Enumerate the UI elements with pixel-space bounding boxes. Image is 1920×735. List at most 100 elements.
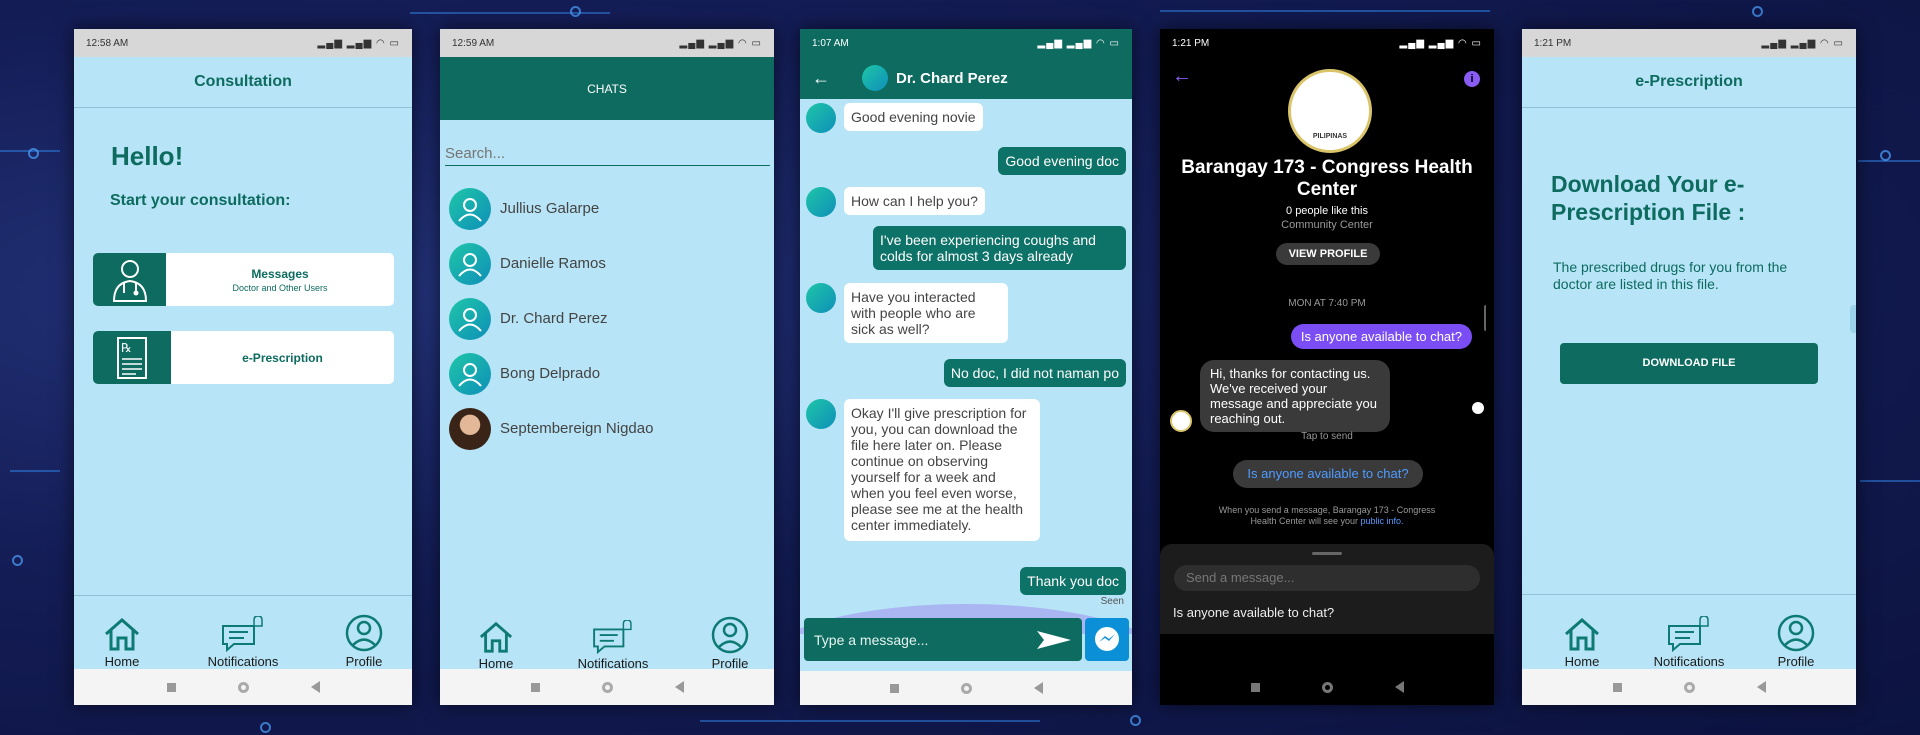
nav-home[interactable]: Home [476, 620, 516, 671]
nav-notifications[interactable]: Notifications [1653, 616, 1725, 669]
recents-icon[interactable] [166, 682, 176, 692]
back-icon[interactable] [1394, 681, 1404, 693]
avatar [449, 352, 491, 395]
messenger-input[interactable]: Send a message... [1174, 565, 1480, 591]
recents-icon[interactable] [1250, 682, 1260, 692]
message-row-in: How can I help you? [806, 187, 985, 217]
nav-profile[interactable]: Profile [1776, 614, 1816, 669]
recents-icon[interactable] [889, 683, 899, 693]
status-icons: ▂▄▆ ▂▄▆ ◠ ▭ [1399, 37, 1482, 49]
page-avatar [1170, 410, 1192, 432]
nav-notifications[interactable]: Notifications [207, 616, 279, 669]
reply-message: Hi, thanks for contacting us. We've rece… [1200, 360, 1390, 432]
nav-profile[interactable]: Profile [710, 616, 750, 671]
recents-icon[interactable] [530, 682, 540, 692]
status-icons: ▂▄▆ ▂▄▆ ◠ ▭ [1037, 37, 1120, 49]
home-button-icon[interactable] [601, 681, 613, 693]
home-button-icon[interactable] [960, 682, 972, 694]
status-bar: 1:21 PM ▂▄▆ ▂▄▆ ◠ ▭ [1160, 29, 1494, 57]
messenger-button[interactable] [1085, 618, 1129, 661]
tap-to-send-label: Tap to send [1301, 431, 1353, 442]
info-icon[interactable]: i [1464, 71, 1480, 87]
nav-notifications-label: Notifications [1653, 654, 1725, 669]
phone-messenger: 1:21 PM ▂▄▆ ▂▄▆ ◠ ▭ ← i PILIPINAS Barang… [1160, 29, 1494, 705]
nav-profile-label: Profile [1777, 654, 1815, 669]
contact-name: Dr. Chard Perez [500, 310, 608, 327]
composer: Type a message... [804, 618, 1129, 661]
seal-text: PILIPINAS [1312, 133, 1348, 140]
nav-home-label: Home [104, 654, 140, 669]
back-icon[interactable] [674, 681, 684, 693]
sent-message: Is anyone available to chat? [1290, 324, 1472, 349]
message-bubble: Have you interacted with people who are … [844, 283, 1008, 343]
nav-home-label: Home [1564, 654, 1600, 669]
view-profile-button[interactable]: VIEW PROFILE [1276, 243, 1380, 265]
message-input[interactable]: Type a message... [804, 618, 1082, 661]
send-icon[interactable] [1036, 629, 1072, 651]
message-bubble: I've been experiencing coughs and colds … [873, 226, 1126, 270]
notification-icon [222, 616, 263, 652]
scroll-handle[interactable] [1484, 305, 1490, 331]
reply-row: Hi, thanks for contacting us. We've rece… [1170, 360, 1390, 432]
back-icon[interactable] [1033, 682, 1043, 694]
contact-item[interactable]: Dr. Chard Perez [449, 291, 774, 346]
back-icon[interactable] [1756, 681, 1766, 693]
bottom-nav: Home Notifications Profile [1522, 594, 1856, 669]
suggested-message[interactable]: Is anyone available to chat? [1233, 460, 1423, 488]
back-icon[interactable] [310, 681, 320, 693]
contact-item[interactable]: Septembereign Nigdao [449, 401, 774, 456]
home-button-icon[interactable] [1683, 681, 1695, 693]
sender-avatar [806, 103, 836, 133]
status-bar: 12:58 AM ▂▄▆ ▂▄▆ ◠ ▭ [74, 29, 412, 57]
read-receipt-avatar [1472, 402, 1484, 414]
contact-name: Dr. Chard Perez [896, 69, 1008, 87]
system-nav [74, 669, 412, 705]
avatar-photo [449, 407, 491, 450]
contact-name: Septembereign Nigdao [500, 420, 654, 437]
quick-reply[interactable]: Is anyone available to chat? [1173, 605, 1494, 620]
back-arrow-icon[interactable]: ← [812, 68, 862, 89]
page-title: e-Prescription [1635, 73, 1743, 90]
message-bubble: Good evening doc [998, 147, 1126, 175]
edge-scroll-handle[interactable] [1850, 305, 1856, 333]
nav-profile[interactable]: Profile [344, 614, 384, 669]
phone-conversation: 1:07 AM ▂▄▆ ▂▄▆ ◠ ▭ ← Dr. Chard Perez Go… [800, 29, 1132, 705]
page-header: e-Prescription [1522, 57, 1856, 108]
profile-icon [1777, 614, 1815, 652]
messages-card[interactable]: Messages Doctor and Other Users [93, 253, 394, 306]
contact-item[interactable]: Jullius Galarpe [449, 181, 774, 236]
system-nav [440, 669, 774, 705]
status-icons: ▂▄▆ ▂▄▆ ◠ ▭ [679, 37, 762, 49]
eprescription-card[interactable]: ℞ e-Prescription [93, 331, 394, 384]
status-icons: ▂▄▆ ▂▄▆ ◠ ▭ [317, 37, 400, 49]
avatar [449, 297, 491, 340]
profile-icon [345, 614, 383, 652]
public-info-link[interactable]: public info. [1361, 516, 1404, 526]
home-button-icon[interactable] [237, 681, 249, 693]
contact-item[interactable]: Danielle Ramos [449, 236, 774, 291]
nav-notifications-label: Notifications [207, 654, 279, 669]
sender-avatar [806, 283, 836, 313]
contact-item[interactable]: Bong Delprado [449, 346, 774, 401]
home-button-icon[interactable] [1321, 681, 1333, 693]
nav-notifications[interactable]: Notifications [578, 620, 648, 671]
back-arrow-icon[interactable]: ← [1172, 65, 1192, 88]
consultation-prompt: Start your consultation: [110, 192, 291, 209]
message-bubble: How can I help you? [844, 187, 985, 215]
nav-home[interactable]: Home [1562, 616, 1602, 669]
nav-home[interactable]: Home [102, 616, 142, 669]
status-time: 12:59 AM [452, 37, 495, 49]
recents-icon[interactable] [1612, 682, 1622, 692]
download-file-button[interactable]: DOWNLOAD FILE [1560, 343, 1818, 384]
search-input[interactable] [445, 142, 770, 166]
contact-avatar [862, 65, 888, 91]
bottom-nav: Home Notifications Profile [440, 611, 774, 671]
bottom-nav: Home Notifications Profile [74, 595, 412, 669]
message-row-out: No doc, I did not naman po [943, 359, 1126, 387]
profile-icon [711, 616, 749, 654]
status-time: 12:58 AM [86, 37, 129, 49]
date-separator: MON AT 7:40 PM [1288, 298, 1366, 309]
system-nav [1160, 669, 1494, 705]
status-time: 1:21 PM [1172, 37, 1210, 49]
status-icons: ▂▄▆ ▂▄▆ ◠ ▭ [1761, 37, 1844, 49]
